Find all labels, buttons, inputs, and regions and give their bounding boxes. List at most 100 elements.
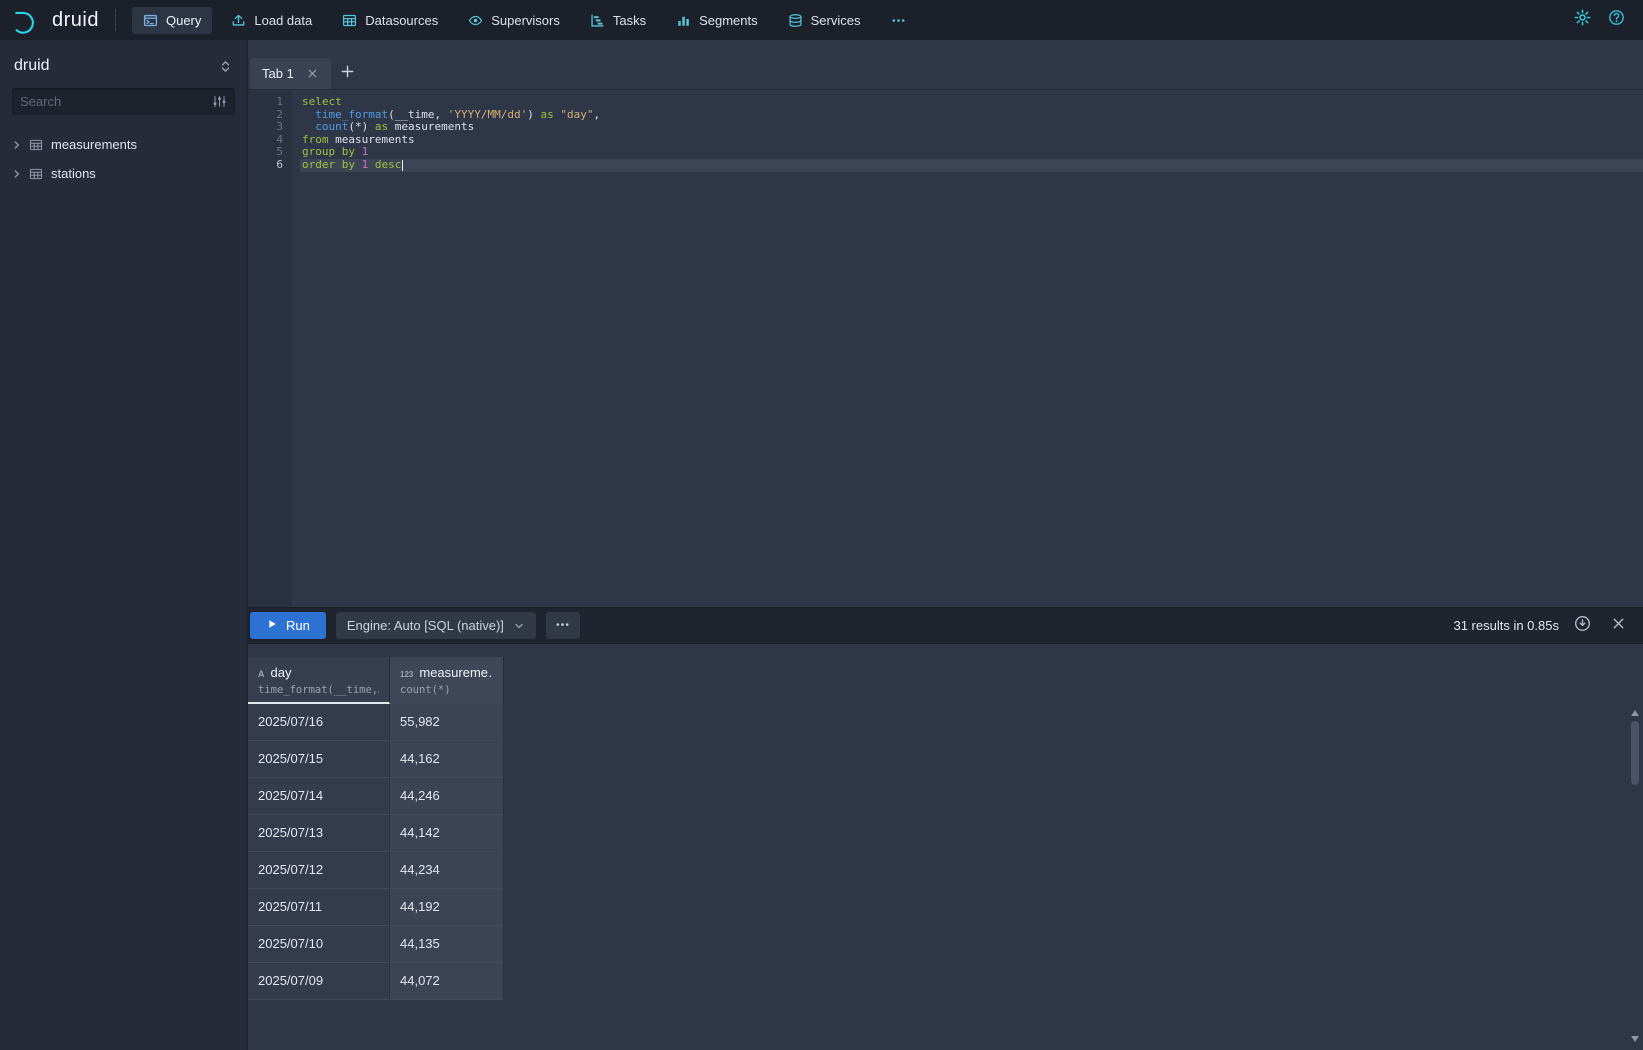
scroll-up-icon[interactable] bbox=[1631, 710, 1639, 716]
query-workbench: Tab 1 123456 select time_format(__time, … bbox=[248, 40, 1643, 1050]
table-cell[interactable]: 2025/07/14 bbox=[248, 778, 390, 815]
tree-item-stations[interactable]: stations bbox=[0, 159, 247, 188]
table-row: 2025/07/1144,192 bbox=[248, 889, 1643, 926]
run-toolbar: Run Engine: Auto [SQL (native)] 31 resul… bbox=[248, 607, 1643, 644]
table-cell[interactable]: 2025/07/15 bbox=[248, 741, 390, 778]
download-icon bbox=[1574, 615, 1591, 637]
table-icon bbox=[29, 167, 43, 181]
druid-console: druid Query Load data Datasources bbox=[0, 0, 1643, 1050]
close-icon bbox=[1611, 616, 1626, 636]
nav-label: Query bbox=[166, 13, 201, 28]
table-cell[interactable]: 44,072 bbox=[390, 963, 504, 1000]
code-line[interactable]: group by 1 bbox=[300, 146, 1643, 159]
code-token: ) bbox=[527, 108, 540, 121]
filter-sliders-icon[interactable] bbox=[212, 94, 227, 109]
code-token: count bbox=[315, 120, 348, 133]
settings-button[interactable] bbox=[1567, 5, 1597, 35]
table-cell[interactable]: 44,135 bbox=[390, 926, 504, 963]
scrollbar-thumb[interactable] bbox=[1631, 721, 1639, 785]
vertical-scrollbar[interactable] bbox=[1629, 710, 1641, 1042]
table-cell[interactable]: 55,982 bbox=[390, 704, 504, 741]
table-cell[interactable]: 2025/07/11 bbox=[248, 889, 390, 926]
code-token: as bbox=[540, 108, 553, 121]
brand-wordmark: druid bbox=[52, 9, 99, 32]
query-console-icon bbox=[143, 13, 158, 28]
column-name: day bbox=[271, 665, 292, 680]
column-header-day[interactable]: A day time_format(__time,… bbox=[248, 657, 390, 704]
code-token bbox=[355, 145, 362, 158]
query-more-button[interactable] bbox=[546, 612, 580, 639]
sidebar-header: druid bbox=[0, 40, 247, 88]
nav-item-tasks[interactable]: Tasks bbox=[579, 7, 657, 34]
table-cell[interactable]: 44,162 bbox=[390, 741, 504, 778]
table-cell[interactable]: 44,234 bbox=[390, 852, 504, 889]
table-icon bbox=[29, 138, 43, 152]
nav-item-query[interactable]: Query bbox=[132, 7, 212, 34]
results-panel: A day time_format(__time,… 123 measureme… bbox=[248, 644, 1643, 1050]
nav-item-load-data[interactable]: Load data bbox=[220, 7, 323, 34]
table-cell[interactable]: 2025/07/09 bbox=[248, 963, 390, 1000]
close-tab-icon[interactable] bbox=[306, 67, 319, 80]
search-box bbox=[12, 88, 235, 115]
table-cell[interactable]: 2025/07/16 bbox=[248, 704, 390, 741]
help-button[interactable] bbox=[1601, 5, 1631, 35]
double-caret-icon[interactable] bbox=[218, 59, 233, 74]
code-token: as bbox=[375, 120, 388, 133]
table-header: A day time_format(__time,… 123 measureme… bbox=[248, 657, 1643, 704]
code-line[interactable]: time_format(__time, 'YYYY/MM/dd') as "da… bbox=[300, 109, 1643, 122]
nav-item-services[interactable]: Services bbox=[777, 7, 872, 34]
close-results-button[interactable] bbox=[1605, 613, 1631, 639]
engine-select[interactable]: Engine: Auto [SQL (native)] bbox=[336, 612, 536, 639]
table-cell[interactable]: 2025/07/10 bbox=[248, 926, 390, 963]
nav-label: Tasks bbox=[613, 13, 646, 28]
editor-code[interactable]: select time_format(__time, 'YYYY/MM/dd')… bbox=[292, 90, 1643, 607]
nav-more-button[interactable] bbox=[880, 7, 917, 34]
search-input[interactable] bbox=[20, 94, 212, 109]
nav-item-datasources[interactable]: Datasources bbox=[331, 7, 449, 34]
code-token: group by bbox=[302, 145, 355, 158]
schema-title: druid bbox=[14, 57, 50, 75]
line-number: 6 bbox=[248, 159, 283, 172]
database-stack-icon bbox=[788, 13, 803, 28]
main-layout: druid measuremen bbox=[0, 40, 1643, 1050]
nav-item-supervisors[interactable]: Supervisors bbox=[457, 7, 571, 34]
column-name-row: 123 measureme… bbox=[400, 665, 493, 680]
table-row: 2025/07/0944,072 bbox=[248, 963, 1643, 1000]
nav-label: Services bbox=[811, 13, 861, 28]
table-cell[interactable]: 2025/07/12 bbox=[248, 852, 390, 889]
code-token: (__time, bbox=[388, 108, 448, 121]
chevron-down-icon bbox=[513, 620, 525, 632]
nav-item-segments[interactable]: Segments bbox=[665, 7, 769, 34]
code-line[interactable]: order by 1 desc bbox=[300, 159, 1643, 172]
column-header-measurements[interactable]: 123 measureme… count(*) bbox=[390, 657, 504, 704]
nav-label: Segments bbox=[699, 13, 758, 28]
table-row: 2025/07/1655,982 bbox=[248, 704, 1643, 741]
sql-editor[interactable]: 123456 select time_format(__time, 'YYYY/… bbox=[248, 90, 1643, 607]
tab-tab1[interactable]: Tab 1 bbox=[250, 58, 331, 89]
gantt-icon bbox=[590, 13, 605, 28]
upload-icon bbox=[231, 13, 246, 28]
table-cell[interactable]: 44,246 bbox=[390, 778, 504, 815]
tree-item-measurements[interactable]: measurements bbox=[0, 130, 247, 159]
run-button[interactable]: Run bbox=[250, 612, 326, 639]
nav-label: Load data bbox=[254, 13, 312, 28]
string-type-icon: A bbox=[258, 669, 265, 679]
code-token: 1 bbox=[362, 145, 369, 158]
line-number: 3 bbox=[248, 121, 283, 134]
tree-item-label: stations bbox=[51, 166, 96, 181]
download-results-button[interactable] bbox=[1569, 613, 1595, 639]
code-line[interactable]: from measurements bbox=[300, 134, 1643, 147]
code-token: measurements bbox=[388, 120, 474, 133]
column-name-row: A day bbox=[258, 665, 379, 680]
table-cell[interactable]: 2025/07/13 bbox=[248, 815, 390, 852]
number-type-icon: 123 bbox=[400, 670, 413, 679]
table-cell[interactable]: 44,192 bbox=[390, 889, 504, 926]
column-expression: time_format(__time,… bbox=[258, 684, 379, 696]
code-line[interactable]: count(*) as measurements bbox=[300, 121, 1643, 134]
scroll-down-icon[interactable] bbox=[1631, 1036, 1639, 1042]
main-nav: Query Load data Datasources Supervisors bbox=[132, 7, 917, 34]
table-cell[interactable]: 44,142 bbox=[390, 815, 504, 852]
add-tab-button[interactable] bbox=[331, 58, 365, 89]
brand[interactable]: druid bbox=[12, 5, 99, 35]
tree-item-label: measurements bbox=[51, 137, 137, 152]
